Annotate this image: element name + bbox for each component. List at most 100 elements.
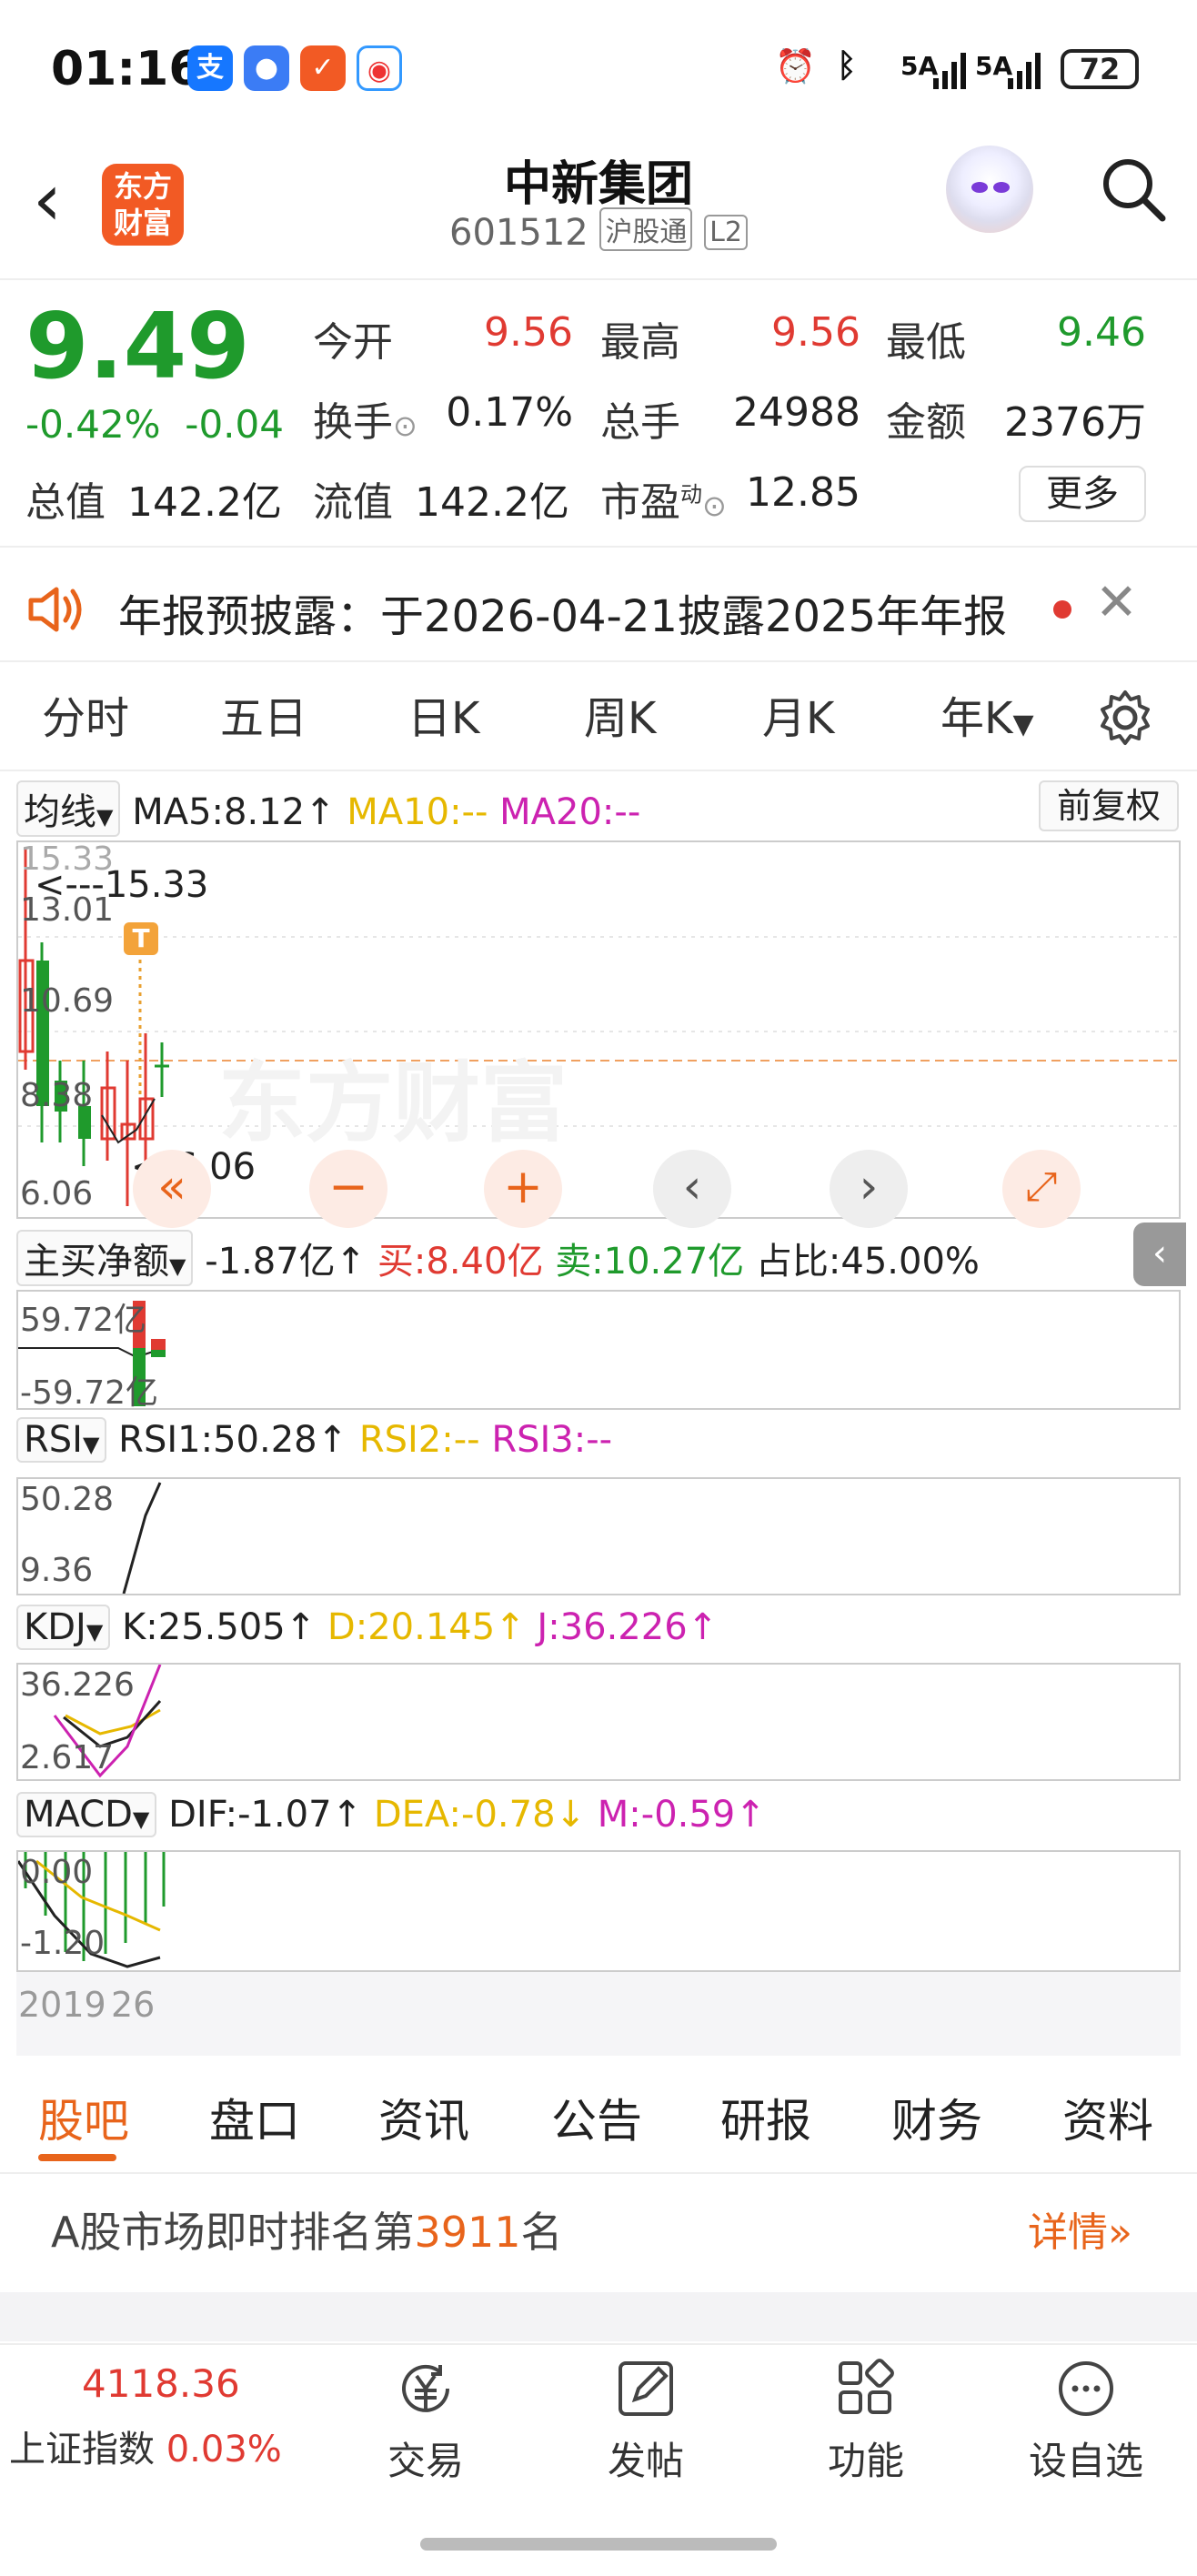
l2-tag: L2: [704, 215, 748, 250]
ma-selector[interactable]: 均线▼: [16, 780, 121, 837]
y-label: 10.69: [20, 982, 115, 1020]
index-change: 0.03%: [166, 2429, 282, 2470]
t-marker-badge[interactable]: T: [124, 922, 158, 955]
nav-trade-label: 交易: [387, 2439, 464, 2483]
arrow-up-icon: ↑: [735, 1794, 766, 1836]
speaker-icon: [28, 587, 82, 632]
rsi-chart-svg: [122, 1482, 162, 1594]
close-icon[interactable]: ✕: [1095, 573, 1138, 632]
tab-news[interactable]: 资讯: [378, 2085, 469, 2150]
arrow-up-icon: ↑: [335, 1241, 367, 1283]
active-tab-underline: [38, 2154, 116, 2161]
price-change: -0.42% -0.04: [25, 402, 284, 447]
y-label: 36.226: [20, 1666, 135, 1704]
max-price-marker: <---15.33: [35, 864, 209, 906]
dea-value: DEA:-0.78: [373, 1794, 556, 1836]
kdj-selector[interactable]: KDJ▼: [16, 1605, 111, 1650]
tab-yearly-k[interactable]: 年K▼: [940, 682, 1034, 746]
back-button[interactable]: ‹: [33, 164, 87, 236]
zoom-out-button[interactable]: −: [309, 1150, 387, 1228]
rsi-selector[interactable]: RSI▼: [16, 1417, 107, 1463]
kline-chart[interactable]: 东方财富 15.33 13.01 10.69 8.38 6.06 <---15.…: [16, 840, 1181, 1228]
pe-value: 12.85: [746, 469, 860, 516]
account-icon: ●: [244, 45, 289, 91]
turnover-label-text: 换手: [313, 399, 393, 446]
kline-indicator-row: 均线▼ MA5:8.12↑ MA10:-- MA20:--: [16, 780, 640, 837]
logo-line-1: 东方: [113, 169, 172, 204]
tab-profile[interactable]: 资料: [1062, 2085, 1153, 2150]
search-icon[interactable]: [1097, 153, 1170, 226]
float-value: 142.2亿: [415, 479, 569, 526]
netbuy-selector[interactable]: 主买净额▼: [16, 1230, 194, 1286]
dif-value: DIF:-1.07: [168, 1794, 332, 1836]
nav-add-watchlist[interactable]: 设自选: [1013, 2356, 1159, 2486]
y-label: 59.72亿: [20, 1302, 147, 1339]
kdj-selector-label: KDJ: [24, 1606, 86, 1648]
grid-apps-icon: [839, 2359, 894, 2414]
tab-orderbook[interactable]: 盘口: [209, 2085, 300, 2150]
alarm-icon: ⏰: [775, 48, 816, 86]
tab-five-day[interactable]: 五日: [220, 682, 307, 746]
info-icon: ⊙: [702, 488, 727, 523]
tab-daily-k[interactable]: 日K: [407, 682, 479, 746]
settings-gear-icon[interactable]: [1095, 688, 1155, 748]
adjust-type-button[interactable]: 前复权: [1039, 780, 1179, 831]
tab-monthly-k[interactable]: 月K: [762, 682, 834, 746]
open-label: 今开: [313, 319, 393, 366]
pe-sup: 动: [680, 481, 702, 508]
high-label: 最高: [600, 319, 680, 366]
more-button[interactable]: 更多: [1019, 466, 1146, 522]
collapse-panel-button[interactable]: ‹: [1133, 1223, 1186, 1286]
tab-announcements[interactable]: 公告: [551, 2085, 642, 2150]
tab-financials[interactable]: 财务: [891, 2085, 982, 2150]
tab-intraday[interactable]: 分时: [42, 682, 129, 746]
stock-code: 601512: [449, 212, 588, 254]
x-axis-start: 2019: [18, 1985, 106, 2025]
notice-bar[interactable]: 年报预披露：于2026-04-21披露2025年年报 ✕: [0, 564, 1197, 655]
kdj-chart: 36.226 2.617: [16, 1663, 1181, 1781]
arrow-up-icon: ↑: [687, 1606, 719, 1648]
amount-value: 2376万: [1004, 399, 1146, 446]
j-value: J:36.226: [537, 1606, 688, 1648]
ratio-value: 占比:45.00%: [755, 1241, 980, 1283]
current-price: 9.49: [25, 293, 250, 399]
info-icon: ⊙: [393, 408, 417, 443]
ma-selector-label: 均线: [24, 791, 96, 833]
ma20-value: MA20:--: [499, 791, 641, 833]
rank-suffix: 名: [520, 2208, 563, 2257]
chevron-down-icon: ▼: [86, 1619, 104, 1645]
fullscreen-icon[interactable]: ⤢: [1002, 1150, 1081, 1228]
rank-detail-label: 详情: [1028, 2209, 1108, 2256]
chevron-down-icon: ▼: [82, 1432, 100, 1457]
nav-trade[interactable]: 交易: [353, 2356, 498, 2486]
index-ticker[interactable]: 上证指数 0.03%: [9, 2420, 282, 2472]
tab-forum[interactable]: 股吧: [38, 2085, 129, 2150]
turnover-value: 0.17%: [446, 389, 573, 436]
tab-research[interactable]: 研报: [720, 2085, 811, 2150]
zoom-in-button[interactable]: +: [484, 1150, 562, 1228]
turnover-label[interactable]: 换手⊙: [313, 389, 417, 448]
market-rank: A股市场即时排名第3911名: [51, 2199, 563, 2259]
assistant-robot-icon[interactable]: [946, 146, 1033, 233]
home-indicator[interactable]: [420, 2538, 777, 2551]
nav-post[interactable]: 发帖: [573, 2356, 719, 2486]
macd-chart-svg: [18, 1852, 166, 1968]
kdj-indicator-row: KDJ▼ K:25.505↑ D:20.145↑ J:36.226↑: [16, 1605, 718, 1650]
chevron-left-button[interactable]: ‹: [653, 1150, 731, 1228]
eastmoney-logo: 东方 财富: [102, 164, 184, 246]
k-value: K:25.505: [122, 1606, 286, 1648]
pe-label[interactable]: 市盈动⊙: [600, 469, 727, 528]
watermark-logo: 东方财富: [218, 1052, 568, 1154]
netbuy-indicator-row: 主买净额▼ -1.87亿↑ 买:8.40亿 卖:10.27亿 占比:45.00%: [16, 1230, 980, 1286]
status-bar: 01:16 支 ● ✓ ◉ ⏰ ᛒ 5A 5A 72: [0, 0, 1197, 146]
nav-functions[interactable]: 功能: [793, 2356, 939, 2486]
tab-weekly-k[interactable]: 周K: [584, 682, 656, 746]
macd-selector[interactable]: MACD▼: [16, 1792, 157, 1837]
rank-detail-link[interactable]: 详情»: [1028, 2199, 1132, 2258]
index-value[interactable]: 4118.36: [82, 2361, 240, 2406]
chevron-right-button[interactable]: ›: [830, 1150, 908, 1228]
signal-2-icon: [1008, 53, 1041, 89]
edit-post-icon: [619, 2361, 673, 2416]
chevron-down-icon: ▼: [96, 804, 114, 830]
scroll-left-double-icon[interactable]: «: [133, 1150, 211, 1228]
